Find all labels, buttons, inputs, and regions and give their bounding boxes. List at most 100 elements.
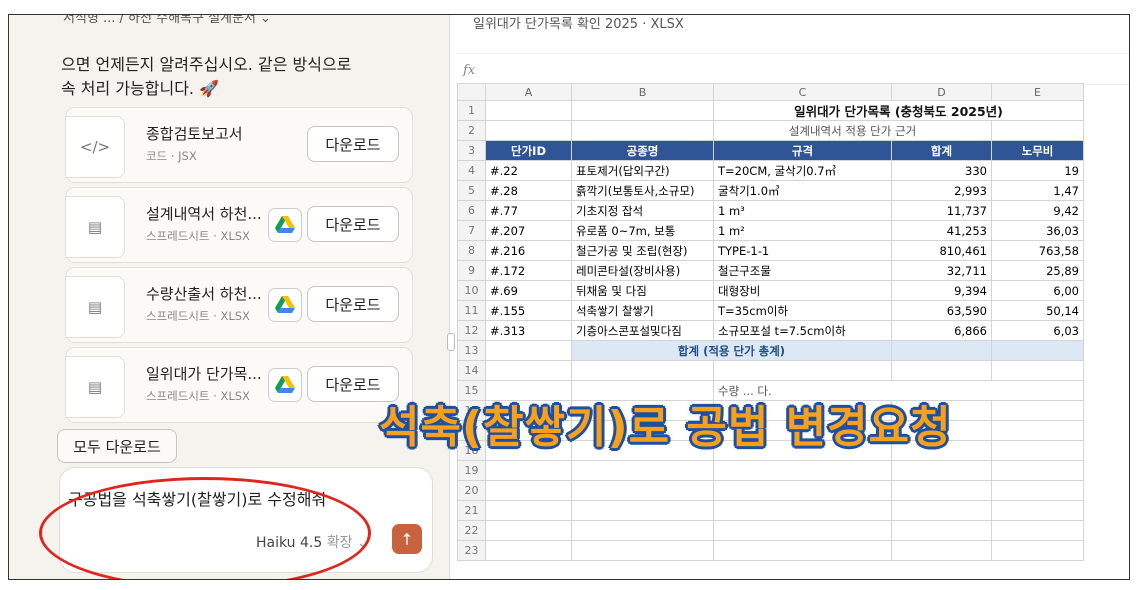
cell-labor[interactable]: 19 — [991, 160, 1084, 181]
cell-name[interactable]: 유로폼 0~7m, 보통 — [571, 220, 714, 241]
cell[interactable] — [713, 460, 892, 481]
cell-id[interactable]: #.216 — [485, 240, 572, 261]
google-drive-button[interactable] — [268, 368, 302, 402]
cell[interactable] — [991, 520, 1084, 541]
cell[interactable] — [991, 340, 1084, 361]
cell[interactable] — [891, 480, 992, 501]
cell-labor[interactable]: 36,03 — [991, 220, 1084, 241]
cell[interactable] — [891, 540, 992, 561]
cell-name[interactable]: 철근가공 및 조립(현장) — [571, 240, 714, 261]
cell-labor[interactable]: 6,00 — [991, 280, 1084, 301]
cell-total[interactable]: 2,993 — [891, 180, 992, 201]
cell-spec[interactable]: 소규모포설 t=7.5cm이하 — [713, 320, 892, 341]
cell[interactable] — [485, 340, 572, 361]
cell-id[interactable]: #.69 — [485, 280, 572, 301]
cell[interactable] — [991, 500, 1084, 521]
sheet-subtitle[interactable]: 설계내역서 적용 단가 근거 — [713, 120, 992, 141]
cell-id[interactable]: #.77 — [485, 200, 572, 221]
google-drive-button[interactable] — [268, 288, 302, 322]
cell-labor[interactable]: 25,89 — [991, 260, 1084, 281]
cell[interactable] — [891, 520, 992, 541]
cell[interactable] — [571, 520, 714, 541]
download-all-button[interactable]: 모두 다운로드 — [57, 429, 177, 463]
cell[interactable] — [891, 340, 992, 361]
send-button[interactable]: ↑ — [392, 524, 422, 554]
column-header[interactable]: C — [713, 83, 892, 101]
chat-breadcrumb[interactable]: 서식형 ... / 하천 수해복구 설계문서 ⌄ — [63, 15, 271, 26]
cell-spec[interactable]: T=20CM, 굴삭기0.7㎥ — [713, 160, 892, 181]
file-card[interactable]: </> 종합검토보고서 코드 · JSX 다운로드 — [65, 107, 413, 183]
cell[interactable] — [485, 540, 572, 561]
cell-total[interactable]: 330 — [891, 160, 992, 181]
cell[interactable] — [991, 540, 1084, 561]
cell[interactable] — [891, 360, 992, 381]
cell-spec[interactable]: 철근구조물 — [713, 260, 892, 281]
cell-name[interactable]: 뒤채움 및 다짐 — [571, 280, 714, 301]
column-header[interactable]: B — [571, 83, 714, 101]
cell-total[interactable]: 6,866 — [891, 320, 992, 341]
column-header[interactable]: E — [991, 83, 1084, 101]
cell-total[interactable]: 32,711 — [891, 260, 992, 281]
download-button[interactable]: 다운로드 — [307, 126, 399, 162]
cell[interactable] — [991, 460, 1084, 481]
cell-name[interactable]: 레미콘타설(장비사용) — [571, 260, 714, 281]
cell[interactable] — [571, 540, 714, 561]
formula-bar[interactable] — [457, 53, 1129, 85]
cell-total[interactable]: 41,253 — [891, 220, 992, 241]
cell[interactable] — [991, 400, 1084, 421]
file-card[interactable]: ▤ 설계내역서 하천... 스프레드시트 · XLSX 다운로드 — [65, 187, 413, 263]
cell[interactable] — [713, 520, 892, 541]
cell[interactable] — [485, 360, 572, 381]
cell-total[interactable]: 11,737 — [891, 200, 992, 221]
cell[interactable] — [891, 500, 992, 521]
cell[interactable] — [485, 520, 572, 541]
cell-id[interactable]: #.22 — [485, 160, 572, 181]
cell[interactable] — [991, 120, 1084, 141]
cell-labor[interactable]: 1,47 — [991, 180, 1084, 201]
cell-labor[interactable]: 50,14 — [991, 300, 1084, 321]
cell-name[interactable]: 석축쌓기 찰쌓기 — [571, 300, 714, 321]
cell-spec[interactable]: 대형장비 — [713, 280, 892, 301]
cell-spec[interactable]: 굴착기1.0㎥ — [713, 180, 892, 201]
header-cell[interactable]: 단가ID — [485, 140, 572, 161]
panel-resize-handle[interactable] — [447, 333, 455, 351]
cell[interactable] — [991, 480, 1084, 501]
header-cell[interactable]: 공종명 — [571, 140, 714, 161]
cell[interactable] — [991, 420, 1084, 441]
file-card[interactable]: ▤ 일위대가 단가목... 스프레드시트 · XLSX 다운로드 — [65, 347, 413, 423]
download-button[interactable]: 다운로드 — [307, 206, 399, 242]
cell-spec[interactable]: 1 m² — [713, 220, 892, 241]
cell[interactable] — [571, 500, 714, 521]
cell-id[interactable]: #.28 — [485, 180, 572, 201]
cell-labor[interactable]: 763,58 — [991, 240, 1084, 261]
file-card[interactable]: ▤ 수량산출서 하천... 스프레드시트 · XLSX 다운로드 — [65, 267, 413, 343]
cell[interactable] — [571, 480, 714, 501]
cell-total[interactable]: 9,394 — [891, 280, 992, 301]
cell-id[interactable]: #.155 — [485, 300, 572, 321]
column-header[interactable]: D — [891, 83, 992, 101]
column-header[interactable]: A — [485, 83, 572, 101]
cell[interactable] — [485, 500, 572, 521]
cell[interactable] — [713, 480, 892, 501]
cell-name[interactable]: 기초지정 잡석 — [571, 200, 714, 221]
cell[interactable] — [991, 440, 1084, 461]
cell-id[interactable]: #.313 — [485, 320, 572, 341]
google-drive-button[interactable] — [268, 208, 302, 242]
cell-total[interactable]: 810,461 — [891, 240, 992, 261]
cell-name[interactable]: 흙깍기(보통토사,소규모) — [571, 180, 714, 201]
cell-spec[interactable]: T=35cm이하 — [713, 300, 892, 321]
header-cell[interactable]: 규격 — [713, 140, 892, 161]
cell-id[interactable]: #.172 — [485, 260, 572, 281]
cell[interactable] — [713, 540, 892, 561]
cell[interactable] — [571, 460, 714, 481]
cell[interactable] — [571, 360, 714, 381]
cell[interactable] — [485, 100, 572, 121]
cell[interactable] — [713, 360, 892, 381]
cell-name[interactable]: 기층아스콘포설및다짐 — [571, 320, 714, 341]
cell-labor[interactable]: 9,42 — [991, 200, 1084, 221]
cell-labor[interactable]: 6,03 — [991, 320, 1084, 341]
cell[interactable] — [485, 120, 572, 141]
cell-spec[interactable]: 1 m³ — [713, 200, 892, 221]
cell[interactable] — [485, 480, 572, 501]
total-label[interactable]: 합계 (적용 단가 총계) — [571, 340, 892, 361]
